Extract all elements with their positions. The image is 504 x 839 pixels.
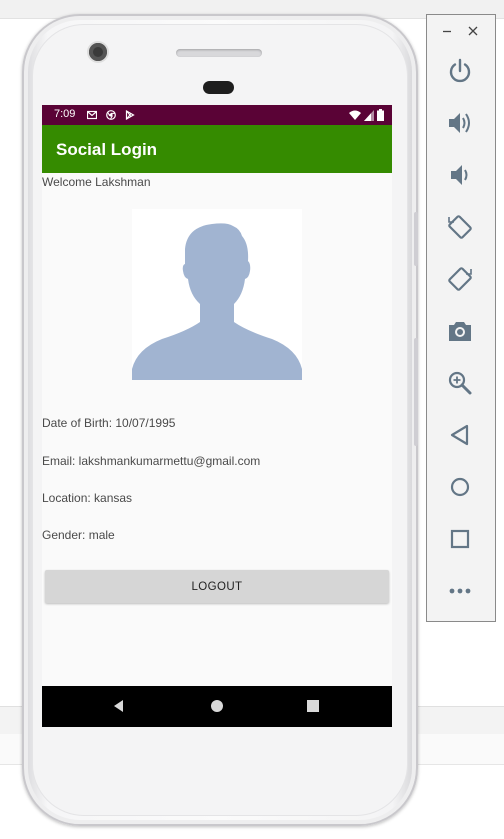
cellular-signal-icon [364, 109, 374, 121]
gender-text: Gender: male [42, 528, 115, 542]
phone-volume-button [414, 338, 418, 446]
front-camera [89, 43, 107, 61]
phone-side-button [414, 212, 418, 266]
battery-icon [377, 109, 384, 121]
email-text: Email: lakshmankumarmettu@gmail.com [42, 454, 261, 468]
back-icon[interactable] [111, 698, 127, 714]
home-icon[interactable] [446, 473, 474, 501]
close-icon[interactable] [467, 25, 479, 37]
status-right-icons [349, 109, 384, 121]
location-text: Location: kansas [42, 491, 133, 505]
home-icon[interactable] [209, 698, 225, 714]
navigation-bar [42, 686, 392, 727]
chrome-icon [106, 110, 116, 120]
zoom-icon[interactable] [446, 369, 474, 397]
overview-icon[interactable] [446, 525, 474, 553]
recents-icon[interactable] [305, 698, 321, 714]
logout-button[interactable]: LOGOUT [45, 570, 389, 603]
rotate-right-icon[interactable] [446, 265, 474, 293]
phone-screen: 7:09 Social Login Welcome Lakshman Date … [42, 105, 392, 727]
app-title: Social Login [56, 140, 158, 159]
welcome-text: Welcome Lakshman [42, 175, 151, 189]
app-toolbar: Social Login [42, 125, 392, 173]
emulator-toolbar [426, 14, 496, 622]
more-icon[interactable] [446, 577, 474, 605]
camera-icon[interactable] [446, 317, 474, 345]
status-time: 7:09 [54, 108, 76, 120]
power-icon[interactable] [446, 57, 474, 85]
earpiece-speaker [176, 49, 262, 57]
minimize-icon[interactable] [441, 25, 453, 37]
wifi-icon [349, 110, 361, 120]
rotate-left-icon[interactable] [446, 213, 474, 241]
play-store-icon [125, 110, 135, 120]
avatar-silhouette-icon [132, 223, 302, 380]
volume-up-icon[interactable] [446, 109, 474, 137]
emulator-window: 7:09 Social Login Welcome Lakshman Date … [0, 0, 504, 839]
back-icon[interactable] [446, 421, 474, 449]
volume-down-icon[interactable] [446, 161, 474, 189]
emulator-toolbar-header [427, 15, 495, 49]
proximity-sensor [203, 81, 234, 94]
profile-picture [132, 209, 302, 380]
status-bar: 7:09 [42, 105, 392, 125]
gmail-icon [87, 110, 97, 120]
dob-text: Date of Birth: 10/07/1995 [42, 416, 176, 430]
